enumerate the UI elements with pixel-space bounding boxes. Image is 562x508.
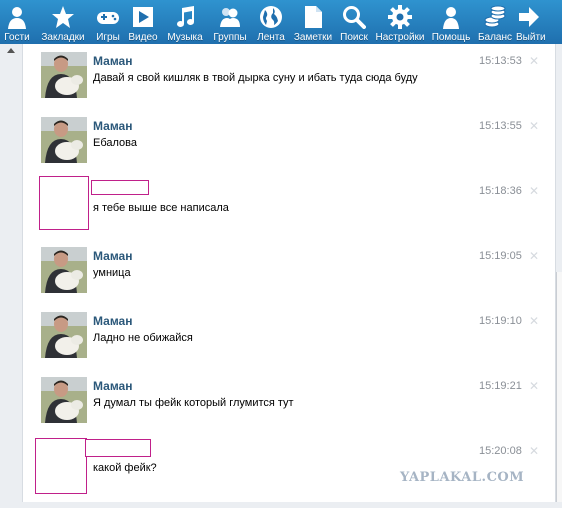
delete-message-icon[interactable]: ✕: [529, 184, 539, 198]
message-time: 15:19:10: [479, 315, 522, 327]
message-author[interactable]: Маман: [93, 249, 132, 263]
delete-message-icon[interactable]: ✕: [529, 314, 539, 328]
message-item: Маман умница 15:19:05 ✕: [23, 239, 557, 301]
avatar[interactable]: [41, 117, 87, 163]
avatar-redacted: [39, 176, 89, 230]
toolbar-item-groups[interactable]: Группы: [208, 0, 252, 44]
toolbar-label: Баланс: [477, 32, 513, 43]
delete-message-icon[interactable]: ✕: [529, 119, 539, 133]
toolbar-item-notes[interactable]: Заметки: [290, 0, 336, 44]
gamepad-icon: [95, 4, 121, 30]
scroll-up-arrow-icon[interactable]: [7, 48, 15, 53]
message-history: Маман Давай я свой кишляк в твой дырка с…: [22, 44, 556, 502]
group-icon: [217, 4, 243, 30]
toolbar-item-guests[interactable]: Гости: [0, 0, 34, 44]
toolbar-item-games[interactable]: Игры: [92, 0, 124, 44]
toolbar-label: Выйти: [516, 32, 546, 43]
message-text: умница: [93, 267, 131, 279]
person-icon: [4, 4, 30, 30]
message-text: какой фейк?: [93, 462, 157, 474]
toolbar-label: Игры: [96, 32, 120, 43]
toolbar-item-exit[interactable]: Выйти: [516, 0, 546, 44]
message-text: Давай я свой кишляк в твой дырка суну и …: [93, 72, 418, 84]
message-text: я тебе выше все написала: [93, 202, 229, 214]
toolbar-label: Закладки: [41, 32, 85, 43]
message-text: Ебалова: [93, 137, 137, 149]
message-text: Ладно не обижайся: [93, 332, 193, 344]
toolbar-item-video[interactable]: Видео: [124, 0, 162, 44]
coins-icon: [482, 4, 508, 30]
message-item: Маман Я думал ты фейк который глумится т…: [23, 369, 557, 431]
toolbar-label: Лента: [257, 32, 285, 43]
message-author[interactable]: Маман: [93, 314, 132, 328]
search-icon: [341, 4, 367, 30]
toolbar-item-settings[interactable]: Настройки: [372, 0, 428, 44]
toolbar-item-feed[interactable]: Лента: [252, 0, 290, 44]
delete-message-icon[interactable]: ✕: [529, 379, 539, 393]
message-time: 15:19:05: [479, 250, 522, 262]
play-icon: [130, 4, 156, 30]
exit-arrow-icon: [516, 4, 542, 30]
toolbar-label: Помощь: [431, 32, 471, 43]
toolbar-label: Поиск: [340, 32, 368, 43]
toolbar-label: Музыка: [167, 32, 203, 43]
message-author[interactable]: Маман: [93, 54, 132, 68]
toolbar-label: Видео: [128, 32, 158, 43]
delete-message-icon[interactable]: ✕: [529, 54, 539, 68]
message-author[interactable]: Маман: [93, 379, 132, 393]
toolbar-item-help[interactable]: Помощь: [428, 0, 474, 44]
toolbar-label: Заметки: [293, 32, 333, 43]
top-toolbar: Гости Закладки Игры Видео Музыка Группы: [0, 0, 562, 44]
music-note-icon: [172, 4, 198, 30]
toolbar-item-music[interactable]: Музыка: [162, 0, 208, 44]
document-icon: [300, 4, 326, 30]
message-item: Маман Ладно не обижайся 15:19:10 ✕: [23, 304, 557, 366]
message-time: 15:20:08: [479, 445, 522, 457]
avatar-redacted: [35, 438, 87, 494]
gear-icon: [387, 4, 413, 30]
message-item: какой фейк? 15:20:08 ✕: [23, 434, 557, 502]
author-redacted: [91, 180, 149, 195]
watermark: YAPLAKAL.COM: [400, 470, 525, 485]
toolbar-label: Группы: [213, 32, 247, 43]
globe-icon: [258, 4, 284, 30]
avatar[interactable]: [41, 52, 87, 98]
help-person-icon: [438, 4, 464, 30]
star-icon: [50, 4, 76, 30]
author-redacted: [85, 439, 151, 457]
toolbar-item-search[interactable]: Поиск: [336, 0, 372, 44]
bottom-bar: [0, 502, 562, 508]
message-author[interactable]: Маман: [93, 119, 132, 133]
toolbar-label: Гости: [4, 32, 30, 43]
message-time: 15:18:36: [479, 185, 522, 197]
message-item: Маман Ебалова 15:13:55 ✕: [23, 109, 557, 171]
left-scroll-strip: [0, 44, 22, 508]
delete-message-icon[interactable]: ✕: [529, 249, 539, 263]
avatar[interactable]: [41, 312, 87, 358]
message-text: Я думал ты фейк который глумится тут: [93, 397, 294, 409]
message-time: 15:19:21: [479, 380, 522, 392]
avatar[interactable]: [41, 377, 87, 423]
message-time: 15:13:53: [479, 55, 522, 67]
toolbar-label: Настройки: [375, 32, 425, 43]
message-item: Маман Давай я свой кишляк в твой дырка с…: [23, 44, 557, 106]
message-item: я тебе выше все написала 15:18:36 ✕: [23, 174, 557, 236]
delete-message-icon[interactable]: ✕: [529, 444, 539, 458]
toolbar-item-balance[interactable]: Баланс: [474, 0, 516, 44]
toolbar-item-bookmarks[interactable]: Закладки: [34, 0, 92, 44]
message-time: 15:13:55: [479, 120, 522, 132]
avatar[interactable]: [41, 247, 87, 293]
